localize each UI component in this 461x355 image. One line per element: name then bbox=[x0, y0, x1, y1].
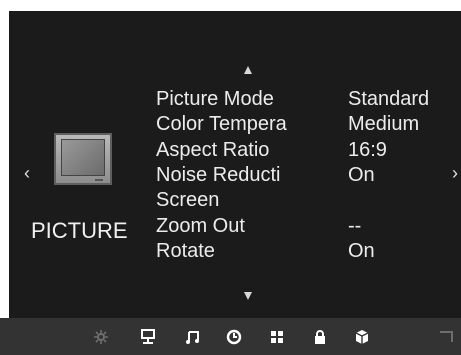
menu-item-label: Color Tempera bbox=[156, 113, 287, 136]
menu-item-label: Aspect Ratio bbox=[156, 138, 270, 161]
menu-item-noise-reduction[interactable]: Noise Reducti On bbox=[156, 163, 461, 188]
category-title: PICTURE bbox=[31, 218, 128, 243]
gear-icon[interactable] bbox=[91, 328, 111, 346]
menu-item-value: 16:9 bbox=[348, 138, 387, 161]
scroll-down-arrow-icon[interactable] bbox=[244, 292, 252, 300]
tv-picture-icon bbox=[54, 133, 112, 185]
lock-icon[interactable] bbox=[310, 328, 330, 346]
menu-item-value: Medium bbox=[348, 113, 420, 136]
menu-item-screen[interactable]: Screen bbox=[156, 188, 461, 213]
music-icon[interactable] bbox=[182, 328, 202, 346]
menu-item-color-temperature[interactable]: Color Tempera Medium bbox=[156, 112, 461, 137]
osd-menu-panel: ‹ › PICTURE Picture Mode Standard Color … bbox=[9, 11, 461, 330]
menu-item-value: On bbox=[348, 164, 375, 187]
menu-item-label: Noise Reducti bbox=[156, 164, 281, 187]
menu-item-value: Standard bbox=[348, 88, 430, 111]
settings-list: Picture Mode Standard Color Tempera Medi… bbox=[156, 87, 461, 264]
menu-item-label: Screen bbox=[156, 189, 220, 212]
menu-item-aspect-ratio[interactable]: Aspect Ratio 16:9 bbox=[156, 138, 461, 163]
bottom-menu-bar bbox=[0, 318, 461, 355]
corner-icon[interactable] bbox=[436, 328, 456, 346]
menu-item-rotate[interactable]: Rotate On bbox=[156, 239, 461, 264]
menu-item-picture-mode[interactable]: Picture Mode Standard bbox=[156, 87, 461, 112]
menu-item-label: Rotate bbox=[156, 239, 215, 262]
menu-item-zoom-out[interactable]: Zoom Out -- bbox=[156, 213, 461, 238]
scroll-up-arrow-icon[interactable] bbox=[244, 66, 252, 74]
package-icon[interactable] bbox=[352, 328, 372, 346]
nav-left-arrow-icon[interactable]: ‹ bbox=[24, 164, 30, 182]
clock-icon[interactable] bbox=[224, 328, 244, 346]
menu-item-label: Picture Mode bbox=[156, 88, 274, 111]
network-icon[interactable] bbox=[138, 328, 158, 346]
menu-item-value: On bbox=[348, 239, 375, 262]
menu-item-label: Zoom Out bbox=[156, 214, 245, 237]
menu-item-value: -- bbox=[348, 214, 362, 237]
grid-icon[interactable] bbox=[267, 328, 287, 346]
